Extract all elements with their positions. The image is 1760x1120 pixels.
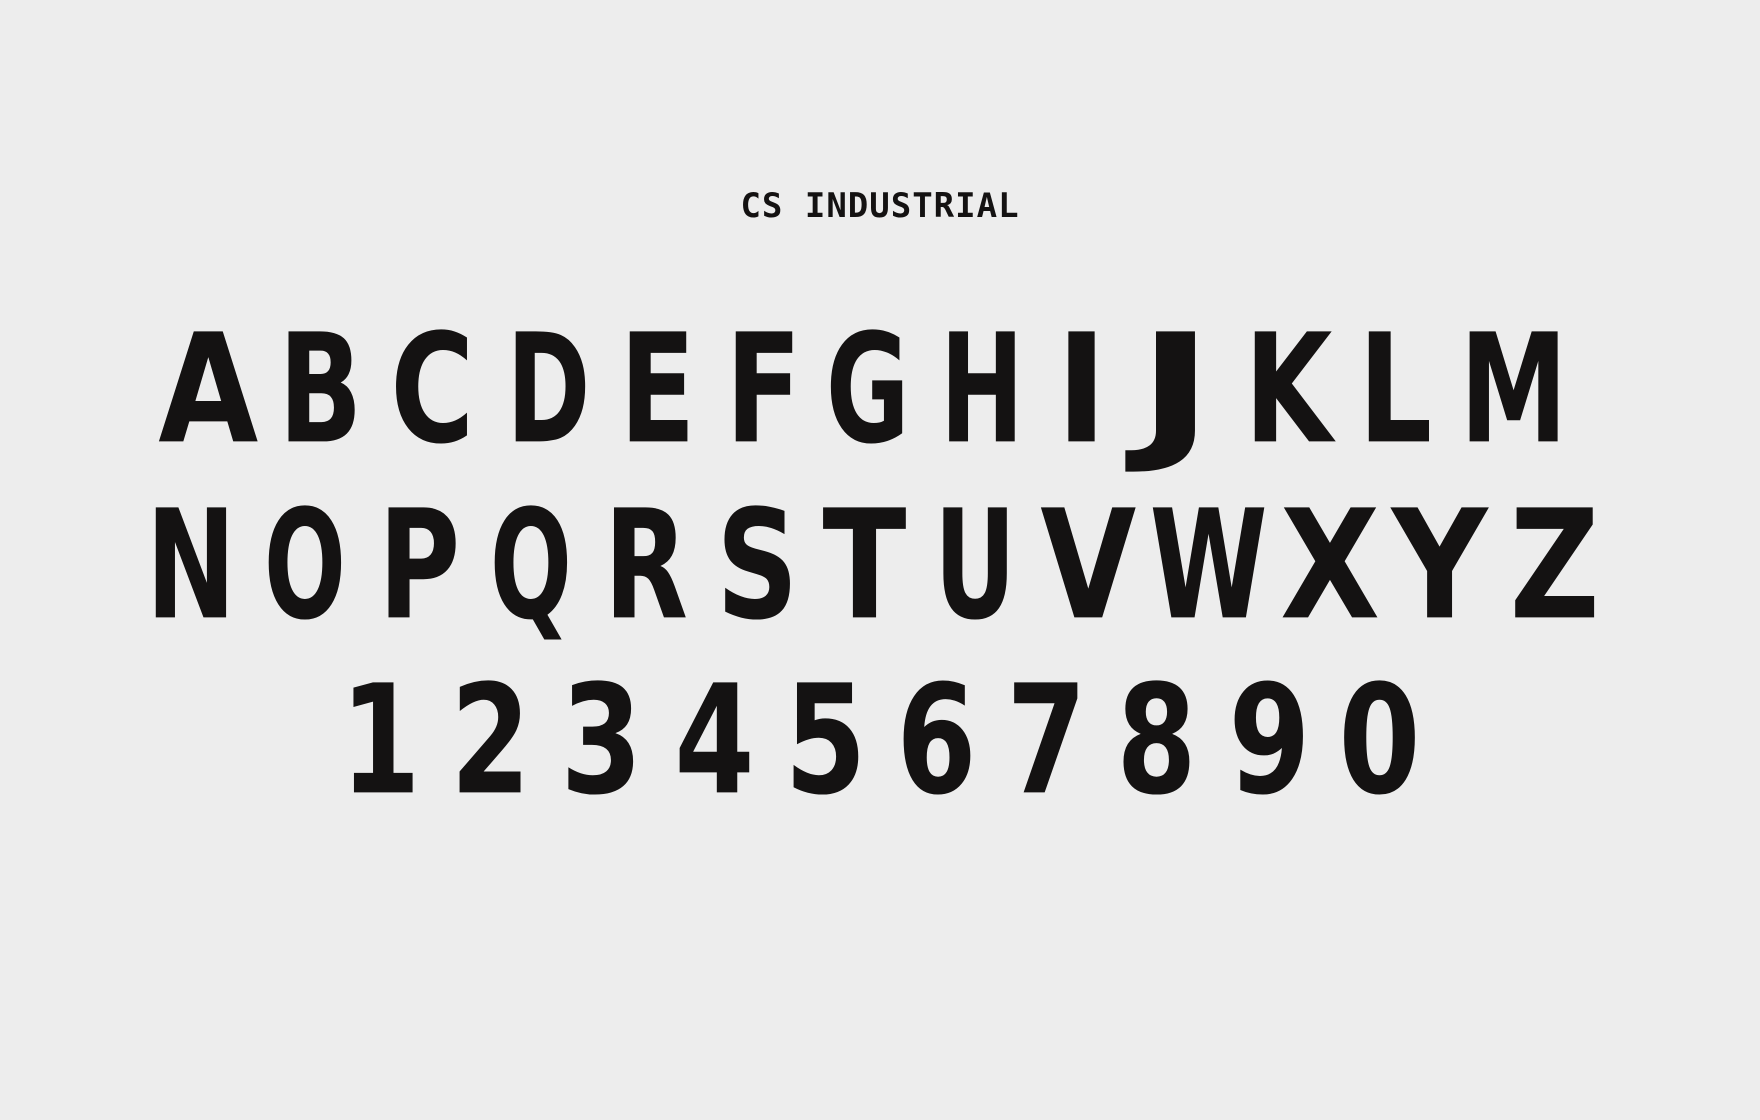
glyph-l: L [1357,301,1433,478]
glyph-b: B [277,301,363,478]
glyph-k: K [1244,301,1332,478]
glyph-c: C [390,301,474,478]
glyph-u: U [934,477,1016,654]
glyph-e: E [619,301,697,478]
glyph-three: 3 [560,652,642,829]
glyph-v: V [1040,477,1137,654]
glyph-six: 6 [895,652,977,829]
glyph-x: X [1280,477,1380,654]
glyph-q: Q [489,477,573,654]
glyph-j: J [1137,301,1215,478]
uppercase-row-a-m: A B C D E F G H I J K L M [0,301,1760,478]
glyph-h: H [940,301,1024,478]
glyph-t: T [821,477,907,654]
glyph-one: 1 [339,652,421,829]
glyph-five: 5 [784,652,866,829]
font-name-title: CS INDUSTRIAL [740,186,1020,226]
glyph-nine: 9 [1228,652,1310,829]
glyph-f: F [725,301,803,478]
glyph-w: W [1149,477,1269,654]
glyph-n: N [145,477,237,654]
glyph-i: I [1056,301,1109,478]
glyph-o: O [263,477,347,654]
glyph-d: D [505,301,591,478]
glyph-eight: 8 [1115,652,1197,829]
glyph-four: 4 [673,652,755,829]
font-specimen: CS INDUSTRIAL A B C D E F G H I J K L M … [0,0,1760,1120]
glyph-r: R [604,477,688,654]
glyph-y: Y [1391,477,1489,654]
glyph-m: M [1460,301,1568,478]
glyph-seven: 7 [1005,652,1087,829]
glyph-a: A [158,301,259,478]
glyph-g: G [826,301,910,478]
glyph-s: S [716,477,798,654]
uppercase-row-n-z: N O P Q R S T U V W X Y Z [0,477,1760,654]
numerals-row: 1 2 3 4 5 6 7 8 9 0 [0,652,1760,829]
glyph-z: Z [1509,477,1601,654]
glyph-zero: 0 [1338,652,1420,829]
glyph-two: 2 [449,652,531,829]
glyph-p: P [378,477,461,654]
